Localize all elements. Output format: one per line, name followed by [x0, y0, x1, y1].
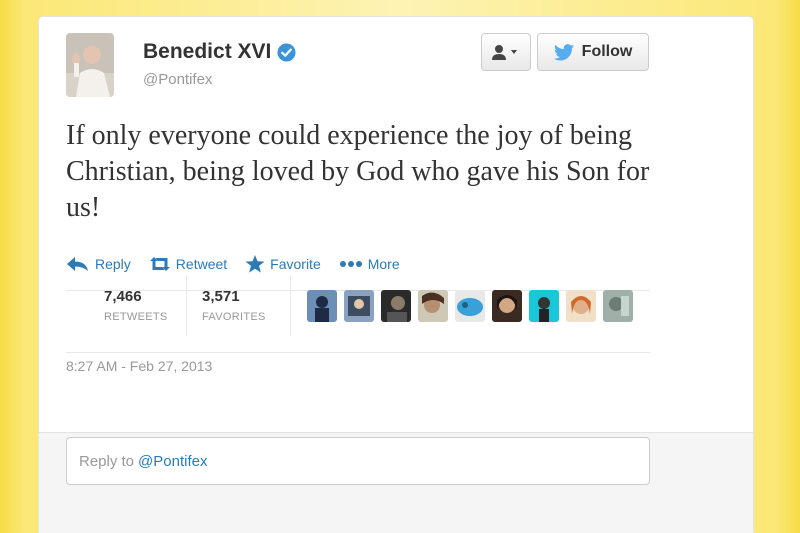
favoriter-avatar[interactable] — [307, 290, 337, 322]
verified-badge-icon — [277, 42, 296, 62]
stats-bottom-divider — [66, 352, 650, 353]
follow-button[interactable]: Follow — [537, 33, 649, 71]
favoriter-avatar[interactable] — [455, 290, 485, 322]
favorites-count: 3,571 — [202, 288, 240, 305]
more-action[interactable]: More — [339, 256, 400, 272]
favoriter-avatar[interactable] — [529, 290, 559, 322]
favorites-label: FAVORITES — [202, 311, 266, 323]
more-dots-icon — [339, 261, 362, 267]
favorite-label: Favorite — [270, 256, 321, 272]
favorite-action[interactable]: Favorite — [245, 255, 321, 273]
display-name[interactable]: Benedict XVI — [143, 40, 271, 64]
retweet-action[interactable]: Retweet — [149, 256, 227, 272]
reply-placeholder: Reply to — [79, 452, 135, 470]
reply-action[interactable]: Reply — [66, 256, 131, 272]
retweets-label: RETWEETS — [104, 311, 168, 323]
more-label: More — [367, 256, 400, 272]
favoriter-avatar[interactable] — [418, 290, 448, 322]
retweet-icon — [149, 257, 170, 271]
avatar[interactable] — [66, 33, 114, 97]
user-handle[interactable]: @Pontifex — [143, 71, 212, 88]
retweets-count: 7,466 — [104, 288, 142, 305]
tweet-timestamp[interactable]: 8:27 AM - Feb 27, 2013 — [66, 358, 212, 374]
favoriter-avatar[interactable] — [566, 290, 596, 322]
star-icon — [245, 255, 265, 273]
reply-label: Reply — [95, 256, 131, 272]
twitter-bird-icon — [553, 43, 574, 60]
favoriter-avatar[interactable] — [603, 290, 633, 322]
tweet-text: If only everyone could experience the jo… — [66, 120, 650, 223]
stats-divider — [186, 276, 187, 336]
favoriter-avatar[interactable] — [344, 290, 374, 322]
favoriter-avatar[interactable] — [492, 290, 522, 322]
follow-label: Follow — [581, 43, 633, 60]
reply-icon — [67, 257, 88, 271]
favoriters-avatars — [307, 290, 640, 322]
tweet-actions: Reply Retweet Favorite More — [66, 255, 418, 273]
user-dropdown-button[interactable] — [481, 33, 531, 71]
retweets-stat[interactable]: 7,466 RETWEETS — [104, 288, 168, 323]
reply-mention: @Pontifex — [138, 452, 208, 470]
favorites-stat[interactable]: 3,571 FAVORITES — [202, 288, 266, 323]
stats-divider — [290, 276, 291, 336]
name-row: Benedict XVI — [143, 40, 296, 64]
retweet-label: Retweet — [175, 256, 228, 272]
user-dropdown-icon — [492, 45, 517, 60]
favoriter-avatar[interactable] — [381, 290, 411, 322]
reply-input[interactable]: Reply to @Pontifex — [66, 437, 650, 485]
